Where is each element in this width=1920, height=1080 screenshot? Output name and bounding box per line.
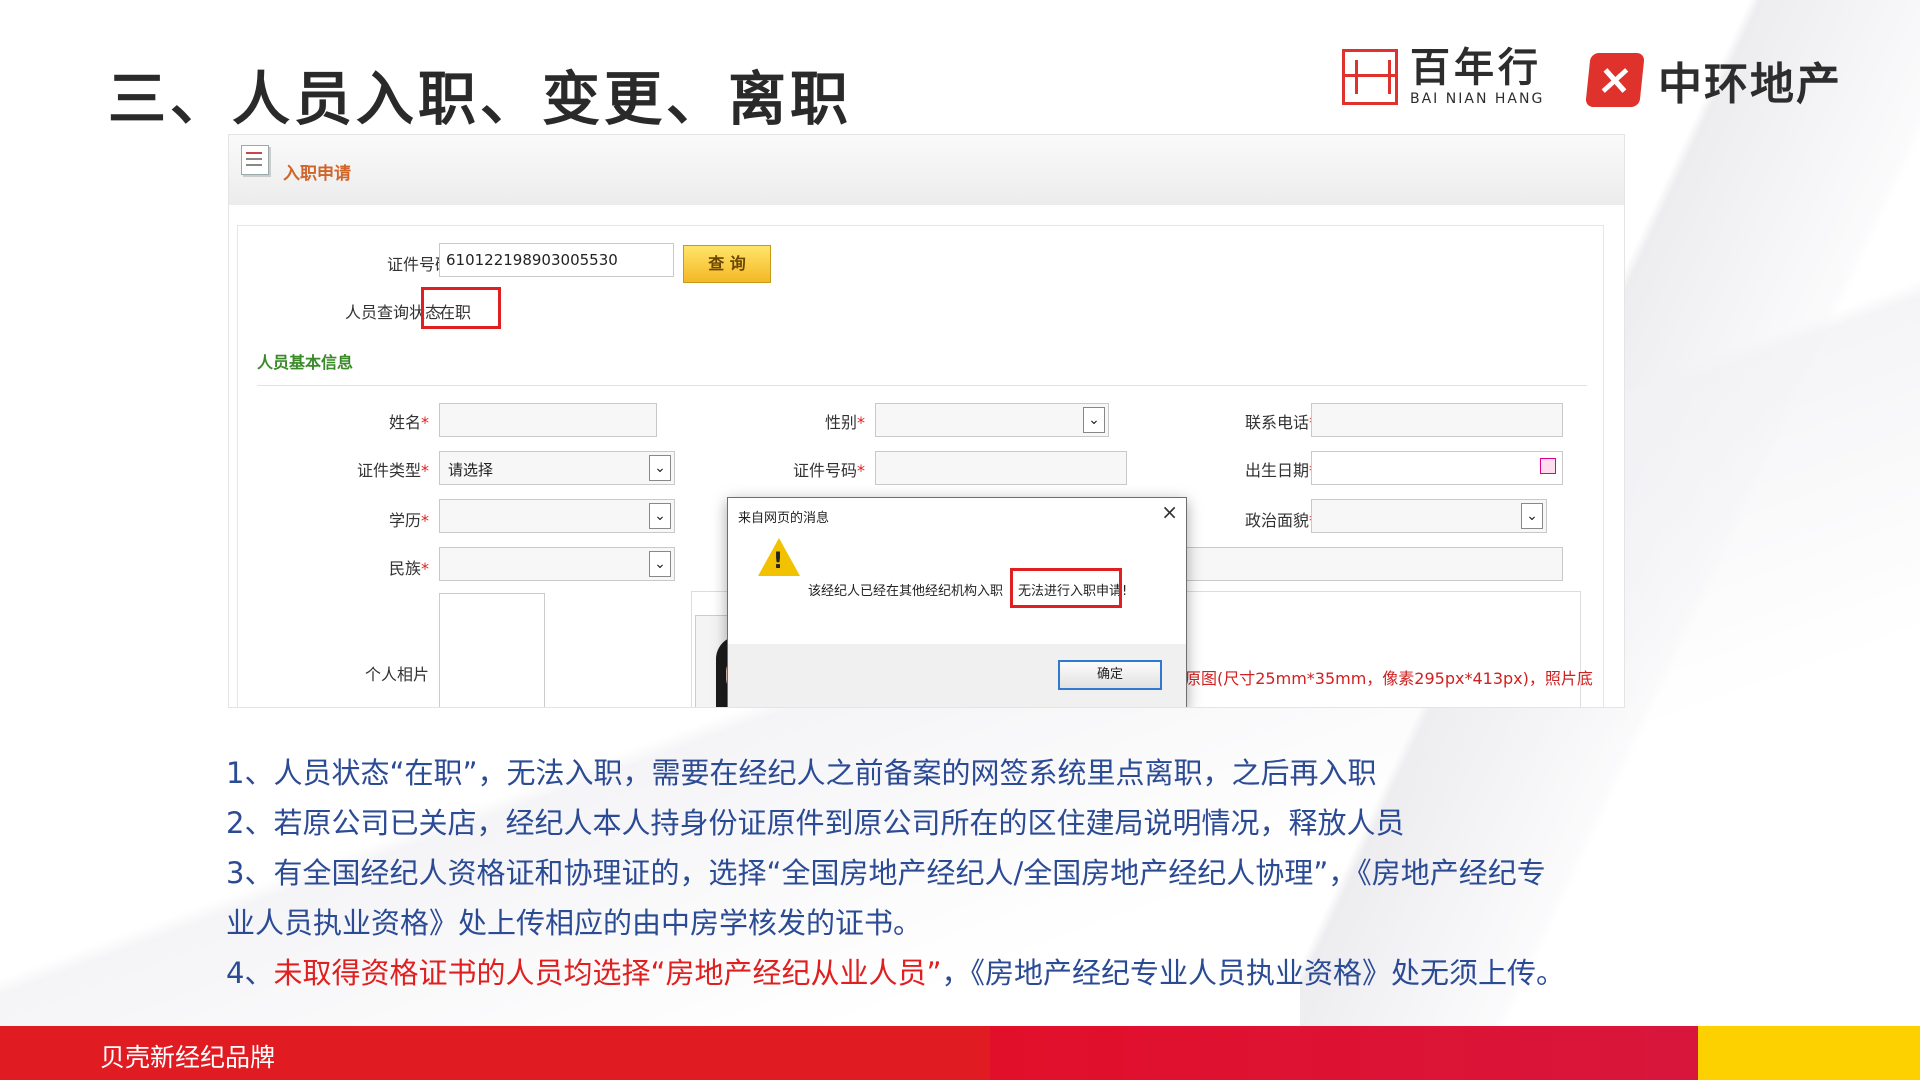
phone-label: 联系电话* xyxy=(1244,413,1317,432)
name-input[interactable] xyxy=(439,403,657,437)
name-label: 姓名* xyxy=(388,413,429,432)
close-icon[interactable]: × xyxy=(1161,500,1178,524)
chevron-down-icon: ⌄ xyxy=(1521,503,1543,529)
ethnic-label: 民族* xyxy=(388,559,429,578)
zhonghuan-logo-icon xyxy=(1585,53,1645,107)
bainianhang-logo-icon xyxy=(1342,49,1398,105)
photo-upload-box[interactable] xyxy=(439,593,545,707)
chevron-down-icon: ⌄ xyxy=(1083,407,1105,433)
note-line-4: 4、未取得资格证书的人员均选择“房地产经纪从业人员”，《房地产经纪专业人员执业资… xyxy=(226,956,1566,990)
chevron-down-icon: ⌄ xyxy=(649,503,671,529)
gender-select[interactable]: ⌄ xyxy=(875,403,1109,437)
birth-date-label: 出生日期* xyxy=(1244,461,1317,480)
education-label: 学历* xyxy=(388,511,429,530)
id-type-select[interactable]: 请选择 ⌄ xyxy=(439,451,675,485)
gender-label: 性别* xyxy=(824,413,865,432)
bainianhang-logo-en: BAI NIAN HANG xyxy=(1410,91,1545,107)
photo-label: 个人相片 xyxy=(364,665,429,684)
political-label: 政治面貌* xyxy=(1244,511,1317,530)
footer-yellow-block xyxy=(1698,1026,1920,1080)
zhonghuan-logo: 中环地产 xyxy=(1585,48,1842,112)
ok-button[interactable]: 确定 xyxy=(1058,660,1162,690)
section-title: 人员基本信息 xyxy=(257,353,354,372)
alert-dialog: 来自网页的消息 × ! 该经纪人已经在其他经纪机构入职 无法进行入职申请! 确定 xyxy=(727,497,1187,707)
note-line-2: 2、若原公司已关店，经纪人本人持身份证原件到原公司所在的区住建局说明情况，释放人… xyxy=(226,806,1405,840)
window-header: 入职申请 xyxy=(229,135,1624,205)
message-highlight-box xyxy=(1010,568,1122,608)
hidden-field-input[interactable] xyxy=(1185,547,1563,581)
zhonghuan-logo-cn: 中环地产 xyxy=(1658,59,1842,110)
id-number-label: 证件号码* xyxy=(792,461,865,480)
note-line-1: 1、人员状态“在职”，无法入职，需要在经纪人之前备案的网签系统里点离职，之后再入… xyxy=(226,756,1377,790)
phone-input[interactable] xyxy=(1311,403,1563,437)
warning-icon-mark: ! xyxy=(773,549,784,574)
document-icon xyxy=(241,145,269,175)
note-line-4-emphasis: 未取得资格证书的人员均选择“房地产经纪从业人员” xyxy=(273,956,942,990)
political-select[interactable]: ⌄ xyxy=(1311,499,1547,533)
photo-note: 原图(尺寸25mm*35mm，像素295px*413px)，照片底 xyxy=(1185,669,1593,688)
slide-title: 三、人员入职、变更、离职 xyxy=(108,65,853,133)
note-line-3a: 3、有全国经纪人资格证和协理证的，选择“全国房地产经纪人/全国房地产经纪人协理”… xyxy=(226,856,1546,890)
footer-gradient xyxy=(990,1026,1698,1080)
calendar-icon[interactable] xyxy=(1540,458,1556,474)
section-divider xyxy=(257,385,1587,386)
chevron-down-icon: ⌄ xyxy=(649,551,671,577)
dialog-title: 来自网页的消息 xyxy=(738,511,830,526)
education-select[interactable]: ⌄ xyxy=(439,499,675,533)
footer-bar: 贝壳新经纪品牌 xyxy=(0,1026,1920,1080)
status-highlight-box xyxy=(421,287,501,329)
bainianhang-logo-cn: 百年行 xyxy=(1410,45,1542,91)
chevron-down-icon: ⌄ xyxy=(649,455,671,481)
window-title: 入职申请 xyxy=(283,164,351,184)
footer-brand: 贝壳新经纪品牌 xyxy=(100,1043,276,1072)
bainianhang-logo: 百年行 BAI NIAN HANG xyxy=(1342,48,1544,106)
id-number-query-input[interactable]: 610122198903005530 xyxy=(439,243,674,277)
dialog-message: 该经纪人已经在其他经纪机构入职 xyxy=(808,584,1004,599)
query-button[interactable]: 查 询 xyxy=(683,245,771,283)
embedded-screenshot: 入职申请 证件号码 610122198903005530 查 询 人员查询状态 … xyxy=(228,134,1625,708)
id-number-input[interactable] xyxy=(875,451,1127,485)
birth-date-input[interactable] xyxy=(1311,451,1563,485)
id-number-query-label: 证件号码 xyxy=(386,255,451,274)
ethnic-select[interactable]: ⌄ xyxy=(439,547,675,581)
notes-list: 1、人员状态“在职”，无法入职，需要在经纪人之前备案的网签系统里点离职，之后再入… xyxy=(226,748,1726,998)
id-type-label: 证件类型* xyxy=(356,461,429,480)
note-line-3b: 业人员执业资格》处上传相应的由中房学核发的证书。 xyxy=(226,906,923,940)
